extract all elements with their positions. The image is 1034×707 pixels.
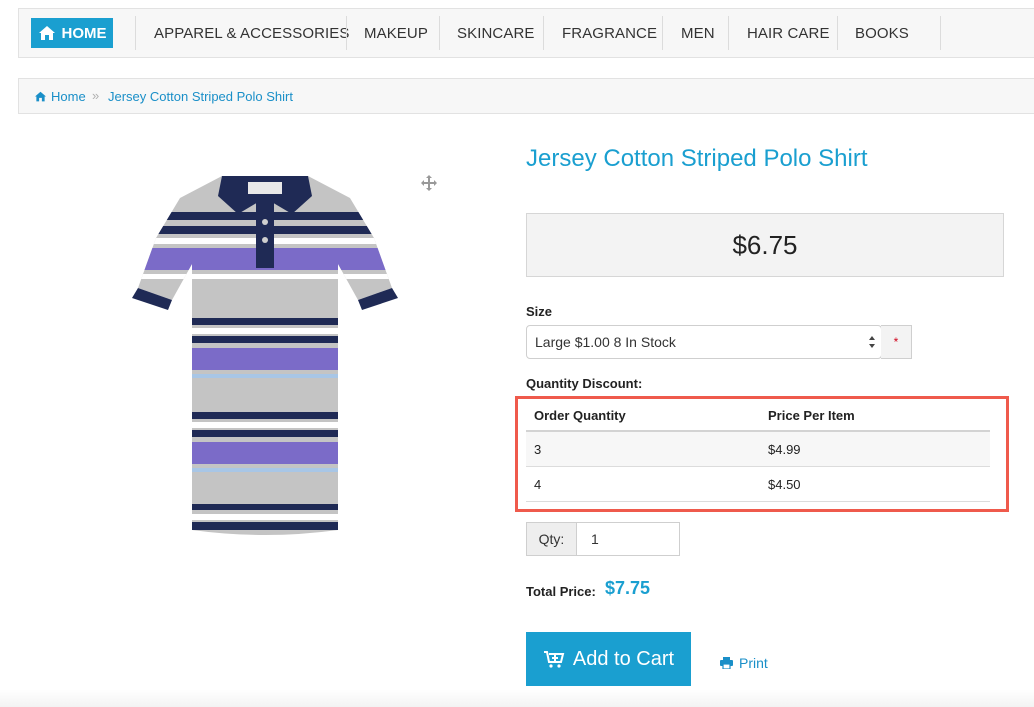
nav-divider — [543, 16, 544, 50]
order-quantity-cell: 3 — [534, 442, 542, 457]
price-box: $6.75 — [526, 213, 1004, 277]
column-header-order-quantity: Order Quantity — [534, 408, 626, 423]
cart-plus-icon — [543, 651, 565, 668]
nav-divider — [439, 16, 440, 50]
size-select-value: Large $1.00 8 In Stock — [535, 334, 676, 350]
nav-item-apparel[interactable]: APPAREL & ACCESSORIES — [154, 9, 350, 57]
nav-divider — [346, 16, 347, 50]
main-nav: HOME APPAREL & ACCESSORIES MAKEUP SKINCA… — [18, 8, 1034, 58]
move-icon[interactable] — [420, 174, 438, 192]
order-quantity-cell: 4 — [534, 477, 542, 492]
breadcrumb-separator-icon: » — [92, 88, 100, 103]
nav-item-fragrance[interactable]: FRAGRANCE — [562, 9, 657, 57]
nav-item-books[interactable]: BOOKS — [855, 9, 909, 57]
breadcrumb-home-label: Home — [51, 89, 86, 104]
nav-item-men[interactable]: MEN — [681, 9, 715, 57]
nav-home-label: HOME — [61, 24, 107, 42]
total-price-value: $7.75 — [605, 578, 651, 598]
table-header-row: Order Quantity Price Per Item — [526, 398, 990, 432]
nav-item-skincare[interactable]: SKINCARE — [457, 9, 535, 57]
nav-divider — [837, 16, 838, 50]
table-row: 4 $4.50 — [526, 467, 990, 502]
product-title: Jersey Cotton Striped Polo Shirt — [526, 145, 868, 172]
column-header-price-per-item: Price Per Item — [768, 408, 855, 423]
select-arrows-icon — [869, 336, 875, 348]
quantity-discount-label: Quantity Discount: — [526, 376, 643, 391]
required-asterisk: * — [893, 335, 899, 349]
size-select[interactable]: Large $1.00 8 In Stock — [526, 325, 882, 359]
product-price: $6.75 — [732, 229, 798, 260]
breadcrumb: Home » Jersey Cotton Striped Polo Shirt — [18, 78, 1034, 114]
nav-divider — [135, 16, 136, 50]
price-per-item-cell: $4.99 — [768, 442, 801, 457]
home-icon — [38, 26, 55, 40]
qty-input[interactable] — [577, 522, 680, 556]
qty-label: Qty: — [526, 522, 577, 556]
nav-item-makeup[interactable]: MAKEUP — [364, 9, 428, 57]
size-label: Size — [526, 304, 553, 319]
print-link[interactable]: Print — [720, 655, 768, 671]
breadcrumb-home-link[interactable]: Home — [34, 89, 86, 104]
nav-divider — [728, 16, 729, 50]
nav-item-hair-care[interactable]: HAIR CARE — [747, 9, 830, 57]
home-icon — [35, 91, 46, 102]
price-per-item-cell: $4.50 — [768, 477, 801, 492]
add-to-cart-label: Add to Cart — [572, 647, 675, 670]
quantity-group: Qty: — [526, 522, 680, 556]
add-to-cart-button[interactable]: Add to Cart — [526, 632, 691, 686]
nav-divider — [940, 16, 941, 50]
product-image[interactable] — [62, 168, 444, 538]
table-row: 3 $4.99 — [526, 432, 990, 467]
required-indicator: * — [881, 325, 912, 359]
nav-divider — [662, 16, 663, 50]
print-label: Print — [739, 655, 768, 671]
quantity-discount-table: Order Quantity Price Per Item 3 $4.99 4 … — [526, 398, 990, 502]
page-bottom-shadow — [0, 690, 1034, 707]
total-price-label: Total Price: — [526, 584, 596, 599]
printer-icon — [720, 657, 733, 669]
nav-home-button[interactable]: HOME — [31, 18, 113, 48]
breadcrumb-current[interactable]: Jersey Cotton Striped Polo Shirt — [108, 89, 293, 104]
